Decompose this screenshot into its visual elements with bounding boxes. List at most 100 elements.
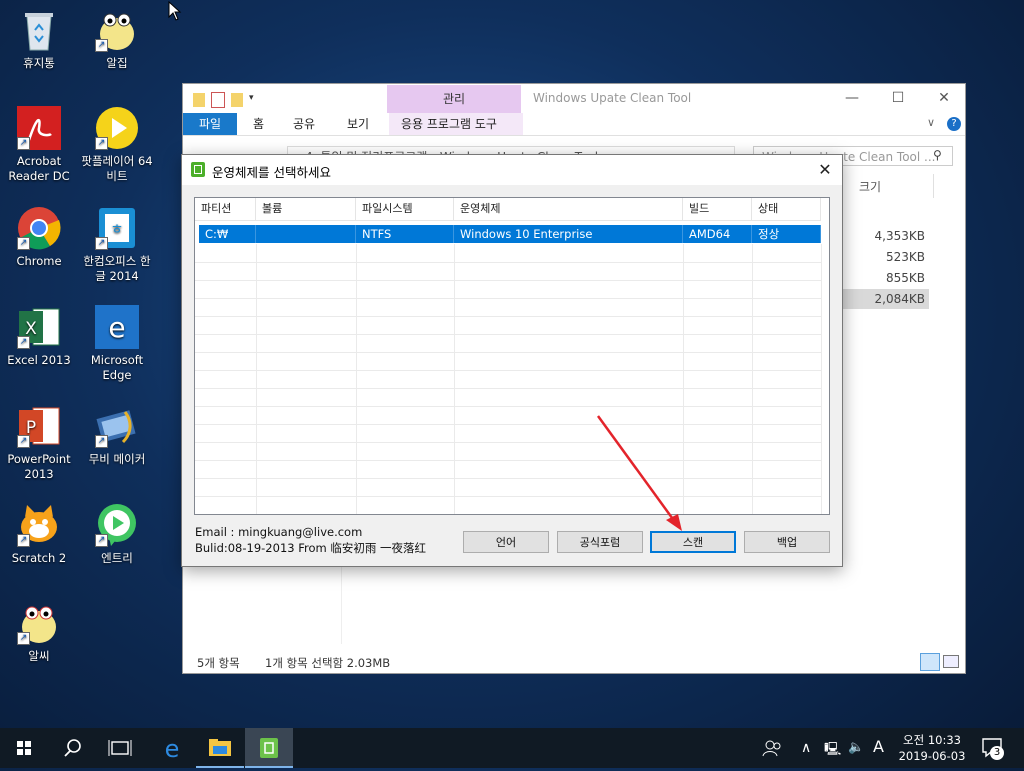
clock[interactable]: 오전 10:33 2019-06-03 bbox=[893, 732, 971, 764]
column-header-volume[interactable]: 볼륨 bbox=[256, 198, 356, 220]
tab-share[interactable]: 공유 bbox=[281, 113, 327, 135]
excel-icon: X ↗ bbox=[17, 305, 61, 349]
grid-column-line bbox=[752, 496, 753, 514]
column-header-os[interactable]: 운영체제 bbox=[454, 198, 683, 220]
windows-logo-icon bbox=[17, 741, 31, 755]
empty-list-row bbox=[195, 280, 822, 299]
edge-icon: e bbox=[95, 305, 139, 349]
movie-maker-shortcut[interactable]: ↗ 무비 메이커 bbox=[79, 404, 155, 467]
column-header-filesystem[interactable]: 파일시스템 bbox=[356, 198, 454, 220]
powerpoint-shortcut[interactable]: P ↗ PowerPoint 2013 bbox=[1, 404, 77, 482]
grid-column-line bbox=[821, 262, 822, 280]
grid-column-line bbox=[821, 352, 822, 370]
grid-column-line bbox=[256, 424, 257, 442]
desktop-icon-label: Acrobat Reader DC bbox=[8, 154, 70, 183]
tab-file[interactable]: 파일 bbox=[183, 113, 237, 135]
task-view-button[interactable] bbox=[96, 728, 144, 768]
scratch-shortcut[interactable]: ↗ Scratch 2 bbox=[1, 503, 77, 566]
column-header-build[interactable]: 빌드 bbox=[683, 198, 752, 220]
desktop-icon-label: 팟플레이어 64 비트 bbox=[81, 154, 153, 183]
new-folder-icon[interactable] bbox=[231, 93, 243, 107]
dialog-close-button[interactable]: ✕ bbox=[808, 155, 842, 185]
ribbon-context-header: 관리 bbox=[387, 85, 521, 113]
edge-shortcut[interactable]: e Microsoft Edge bbox=[79, 305, 155, 383]
properties-icon[interactable] bbox=[211, 92, 225, 108]
customize-dropdown-icon[interactable]: ▾ bbox=[249, 93, 257, 107]
taskbar-clean-tool[interactable] bbox=[245, 728, 293, 768]
desktop-icon-label: 엔트리 bbox=[101, 551, 133, 565]
grid-column-line bbox=[256, 298, 257, 316]
grid-column-line bbox=[256, 262, 257, 280]
partition-list[interactable]: 파티션 볼륨 파일시스템 운영체제 빌드 상태 C:₩ NTFS Windows… bbox=[194, 197, 830, 515]
empty-list-row bbox=[195, 388, 822, 407]
taskbar-edge[interactable]: e bbox=[148, 728, 196, 768]
empty-list-row bbox=[195, 406, 822, 425]
grid-column-line bbox=[256, 370, 257, 388]
grid-column-line bbox=[821, 244, 822, 262]
grid-column-line bbox=[752, 370, 753, 388]
grid-column-line bbox=[821, 316, 822, 334]
grid-column-line bbox=[454, 370, 455, 388]
empty-list-row bbox=[195, 244, 822, 263]
show-hidden-icons-icon[interactable]: ∧ bbox=[801, 740, 811, 756]
search-button[interactable] bbox=[48, 728, 96, 768]
potplayer-icon: ↗ bbox=[95, 106, 139, 150]
grid-column-line bbox=[752, 334, 753, 352]
column-header-status[interactable]: 상태 bbox=[752, 198, 821, 220]
acrobat-shortcut[interactable]: ↗ Acrobat Reader DC bbox=[1, 106, 77, 184]
cell-build: AMD64 bbox=[683, 225, 752, 243]
recycle-bin-shortcut[interactable]: 휴지통 bbox=[1, 8, 77, 71]
language-button[interactable]: 언어 bbox=[463, 531, 549, 553]
grid-column-line bbox=[752, 298, 753, 316]
grid-column-line bbox=[356, 334, 357, 352]
tab-view[interactable]: 보기 bbox=[335, 113, 381, 135]
help-icon[interactable]: ? bbox=[947, 117, 961, 131]
potplayer-shortcut[interactable]: ↗ 팟플레이어 64 비트 bbox=[79, 106, 155, 184]
grid-column-line bbox=[356, 496, 357, 514]
action-center-button[interactable]: 3 bbox=[980, 736, 1006, 760]
grid-column-line bbox=[356, 388, 357, 406]
large-icons-view-icon[interactable] bbox=[943, 655, 959, 668]
hancom-shortcut[interactable]: ㅎ ↗ 한컴오피스 한글 2014 bbox=[79, 206, 155, 284]
grid-column-line bbox=[256, 334, 257, 352]
volume-icon[interactable]: 🔈 bbox=[848, 740, 864, 755]
alzip-icon: ↗ bbox=[95, 8, 139, 52]
search-icon[interactable]: ⚲ bbox=[933, 148, 942, 162]
grid-column-line bbox=[454, 280, 455, 298]
network-icon[interactable]: 🖳 bbox=[824, 740, 841, 762]
backup-button[interactable]: 백업 bbox=[744, 531, 830, 553]
excel-shortcut[interactable]: X ↗ Excel 2013 bbox=[1, 305, 77, 368]
cell-status: 정상 bbox=[752, 225, 821, 243]
column-divider bbox=[933, 174, 934, 198]
file-size-selected[interactable]: 2,084KB bbox=[841, 289, 929, 309]
cell-volume bbox=[256, 225, 356, 243]
folder-icon[interactable] bbox=[193, 93, 205, 107]
ime-indicator[interactable]: A bbox=[873, 737, 884, 756]
close-button[interactable]: ✕ bbox=[921, 84, 967, 112]
tab-home[interactable]: 홈 bbox=[241, 113, 276, 135]
grid-column-line bbox=[683, 334, 684, 352]
start-button[interactable] bbox=[0, 728, 48, 768]
grid-column-line bbox=[752, 442, 753, 460]
column-header-size[interactable]: 크기 bbox=[859, 178, 881, 195]
minimize-button[interactable]: — bbox=[829, 84, 875, 112]
grid-column-line bbox=[454, 388, 455, 406]
taskbar-file-explorer[interactable] bbox=[196, 728, 244, 768]
table-row[interactable]: C:₩ NTFS Windows 10 Enterprise AMD64 정상 bbox=[199, 225, 821, 243]
people-icon[interactable] bbox=[762, 738, 784, 758]
details-view-icon[interactable] bbox=[920, 653, 940, 671]
empty-list-row bbox=[195, 496, 822, 514]
grid-column-line bbox=[256, 460, 257, 478]
maximize-button[interactable]: ☐ bbox=[875, 84, 921, 112]
column-header-partition[interactable]: 파티션 bbox=[195, 198, 256, 220]
alzip-shortcut[interactable]: ↗ 알집 bbox=[79, 8, 155, 71]
tab-app-tools[interactable]: 응용 프로그램 도구 bbox=[389, 113, 523, 135]
alsee-shortcut[interactable]: ↗ 알씨 bbox=[1, 601, 77, 664]
grid-column-line bbox=[821, 478, 822, 496]
ribbon-expand-icon[interactable]: ∨ bbox=[927, 116, 935, 129]
empty-list-row bbox=[195, 262, 822, 281]
entry-shortcut[interactable]: ↗ 엔트리 bbox=[79, 503, 155, 566]
notification-badge: 3 bbox=[990, 746, 1004, 760]
grid-column-line bbox=[356, 262, 357, 280]
chrome-shortcut[interactable]: ↗ Chrome bbox=[1, 206, 77, 269]
